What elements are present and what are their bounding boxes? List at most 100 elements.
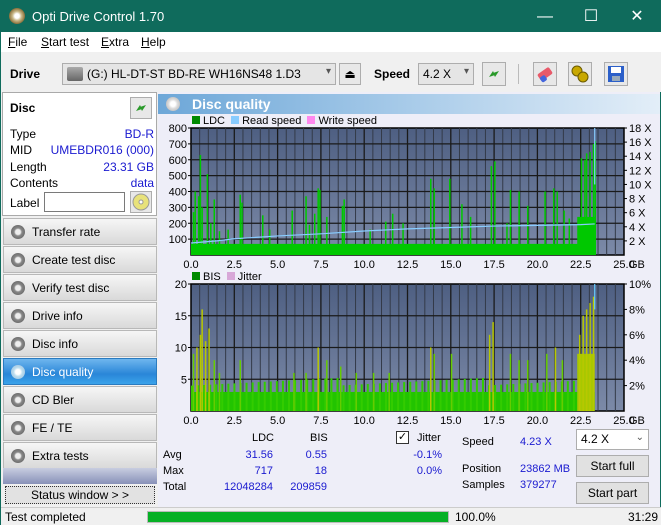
x-tick-label: 5.0 [270,259,285,271]
bis-bar [287,380,290,411]
bis-bar [536,382,539,411]
x-tick-label: 5.0 [270,415,285,427]
speed-select[interactable]: 4.2 X ▾ [418,63,474,85]
x-tick-label: 17.5 [483,259,504,271]
menu-start-test[interactable]: Start test [41,35,89,49]
x-tick-label: 2.5 [227,415,242,427]
bis-bar [213,360,216,411]
menu-help[interactable]: Help [141,35,166,49]
ldc-bar [197,196,200,255]
ldc-bar [213,199,216,255]
start-part-button[interactable]: Start part [576,482,649,504]
ldc-bar [317,188,319,255]
nav-cd-bler[interactable]: CD Bler [3,386,157,413]
disc-refresh-button[interactable] [130,97,152,119]
bis-bar [305,372,307,411]
bis-bar [509,353,512,411]
bis-bar [360,384,363,411]
x-tick-label: 7.5 [313,259,328,271]
samples-value: 379277 [520,479,557,491]
refresh-arrows-icon [136,105,146,111]
bis-bar [506,384,509,411]
jitter-checkbox[interactable]: ✓ [396,431,409,444]
bis-bar [339,366,342,411]
disc-length-value: 23.31 GB [103,160,154,174]
bis-bar [518,360,520,411]
disc-label-input[interactable] [44,192,125,212]
nav-disc-info[interactable]: Disc info [3,330,157,357]
start-full-button[interactable]: Start full [576,455,649,477]
stats-avg-label: Avg [163,449,182,461]
save-button[interactable] [604,62,628,86]
test-speed-select[interactable]: 4.2 X ⌄ [576,429,649,450]
maximize-button[interactable]: ☐ [568,1,614,32]
y-tick-label: 400 [169,187,187,199]
x-tick-label: 0.0 [183,415,198,427]
y2-tick-label: 4 X [629,222,646,234]
jitter-label: Jitter [417,432,441,444]
ldc-bar [391,213,394,255]
nav-label: Disc quality [32,365,94,379]
nav-verify-test-disc[interactable]: Verify test disc [3,274,157,301]
bis-bar [566,381,569,411]
menu-extra[interactable]: Extra [101,35,129,49]
ldc-bar [527,205,529,255]
disc-length-key: Length [10,160,47,174]
stats-max-bis: 18 [314,465,327,477]
eject-button[interactable]: ⏏ [339,63,361,85]
disc-nav-icon [11,365,25,379]
nav-create-test-disc[interactable]: Create test disc [3,246,157,273]
stats-avg-jitter: -0.1% [413,449,442,461]
bis-bar [221,384,224,411]
erase-button[interactable] [533,62,557,86]
ldc-bar [206,174,209,255]
ldc-bar [341,205,344,255]
bis-bar [269,381,272,411]
nav-transfer-rate[interactable]: Transfer rate [3,218,157,245]
bis-bar [488,334,491,411]
y2-tick-label: 8% [629,304,645,316]
status-window-button[interactable]: Status window > > [5,486,155,504]
progress-bar [147,511,449,523]
disc-contents-value: data [130,176,154,190]
bis-bar [492,322,494,411]
bis-bar [263,381,266,411]
ldc-bar [461,204,463,255]
bis-bar [300,379,303,411]
x-tick-label: 10.0 [353,415,374,427]
bis-bar [366,384,369,411]
refresh-button[interactable] [482,62,506,86]
disc-mid-value: UMEBDR016 (000) [50,143,154,157]
ldc-bar [552,188,555,255]
ldc-bar [494,161,496,255]
nav-fe-te[interactable]: FE / TE [3,414,157,441]
ldc-bar [490,166,493,255]
ldc-bar [262,215,264,255]
nav-label: Verify test disc [32,281,110,295]
disc-label-button[interactable] [130,191,152,213]
ldc-chart: 0.0 2.5 5.0 7.5 10.0 12.5 15.0 17.5 20.0 22.5 25.0… [169,123,653,271]
y-tick-label: 15 [175,311,187,323]
minimize-button[interactable]: — [522,1,568,32]
nav-extra-tests[interactable]: Extra tests [3,442,157,469]
bis-bar [208,328,210,411]
disc-nav-icon [11,337,25,351]
y-tick-label: 700 [169,139,187,151]
drive-select[interactable]: (G:) HL-DT-ST BD-RE WH16NS48 1.D3 ▾ [62,63,336,85]
bis-bar [227,383,230,411]
bis-bar [469,378,472,411]
menu-extra-label: xtra [109,35,130,49]
test-speed-select-value: 4.2 X [581,432,610,446]
bis-bar [336,377,339,411]
gears-icon [571,65,589,83]
nav-disc-quality[interactable]: Disc quality [3,358,157,385]
close-button[interactable]: ✕ [614,1,660,32]
bis-bar [378,383,381,411]
nav-drive-info[interactable]: Drive info [3,302,157,329]
refresh-arrows-icon [489,71,499,77]
bis-bar [201,309,203,411]
ldc-bar [305,196,307,255]
settings-button[interactable] [568,62,592,86]
menu-file[interactable]: File [8,35,27,49]
bis-bar [430,347,432,411]
